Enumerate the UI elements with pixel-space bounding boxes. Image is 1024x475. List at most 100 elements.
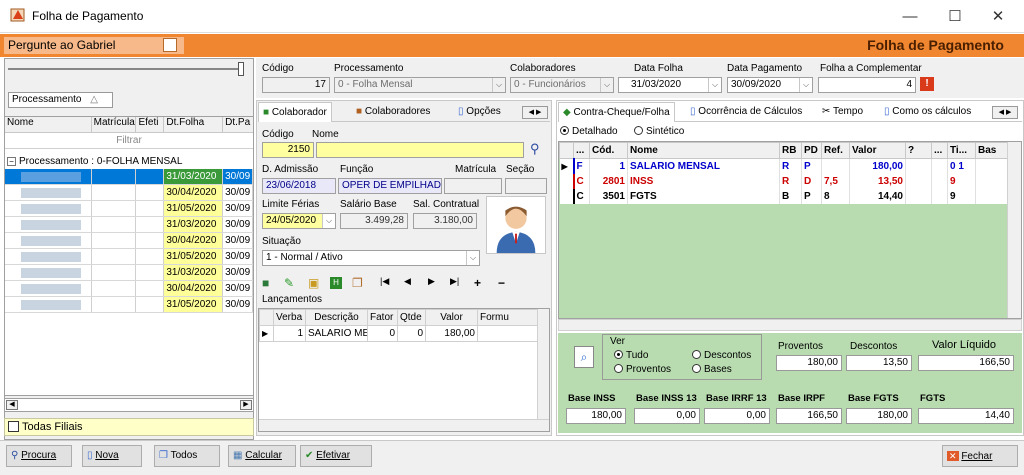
- col-nome[interactable]: Nome: [627, 142, 780, 159]
- table-row[interactable]: ▶ F 1 SALARIO MENSAL R P 180,00 0 1: [559, 158, 1010, 174]
- table-row[interactable]: 31/05/2020 30/09: [5, 201, 253, 217]
- tudo-radio[interactable]: Tudo: [614, 350, 648, 361]
- salario-base-field[interactable]: 3.499,28: [340, 213, 408, 229]
- todas-filiais-checkbox[interactable]: [8, 421, 19, 432]
- search-icon[interactable]: ⌕: [574, 346, 594, 368]
- add-record-icon[interactable]: ■: [262, 276, 269, 290]
- col-qtde[interactable]: Qtde: [397, 309, 426, 326]
- col-dtpag[interactable]: Dt.Pa: [223, 117, 253, 132]
- chevron-down-icon[interactable]: ⌵: [600, 78, 613, 92]
- filter-row[interactable]: Filtrar: [5, 133, 253, 149]
- col-ref[interactable]: Ref.: [821, 142, 850, 159]
- scroll-left-icon[interactable]: ◀: [6, 400, 18, 410]
- col-ti[interactable]: Ti...: [947, 142, 976, 159]
- chevron-down-icon[interactable]: ⌵: [322, 214, 335, 228]
- h-scrollbar[interactable]: [259, 419, 549, 431]
- tab-como-calculos[interactable]: ▯ Como os cálculos: [880, 102, 975, 122]
- matricula-field[interactable]: [444, 178, 502, 194]
- col-cod[interactable]: Cód.: [589, 142, 628, 159]
- procura-button[interactable]: ⚲ Procura: [6, 445, 72, 467]
- group-row[interactable]: − Processamento : 0-FOLHA MENSAL: [5, 155, 253, 169]
- col-valor[interactable]: Valor: [425, 309, 478, 326]
- todos-button[interactable]: ❐ Todos: [154, 445, 220, 467]
- v-scrollbar[interactable]: [537, 309, 549, 431]
- table-row[interactable]: C 2801 INSS R D 7,5 13,50 9: [559, 173, 1010, 189]
- table-row[interactable]: C 3501 FGTS B P 8 14,40 9: [559, 188, 1010, 204]
- col-bas[interactable]: Bas: [975, 142, 1010, 159]
- alert-icon[interactable]: !: [920, 77, 934, 91]
- sal-contratual-field[interactable]: 3.180,00: [413, 213, 477, 229]
- col-valor[interactable]: Valor: [849, 142, 906, 159]
- table-row[interactable]: 30/04/2020 30/09: [5, 281, 253, 297]
- tab-ocorrencia[interactable]: ▯ Ocorrência de Cálculos: [686, 102, 806, 122]
- maximize-button[interactable]: ☐: [935, 4, 975, 30]
- secao-field[interactable]: [505, 178, 547, 194]
- col-descricao[interactable]: Descrição: [305, 309, 368, 326]
- data-pagamento-field[interactable]: 30/09/2020 ⌵: [727, 77, 813, 93]
- codigo-field[interactable]: 17: [262, 77, 330, 93]
- chevron-down-icon[interactable]: ⌵: [492, 78, 505, 92]
- limite-ferias-field[interactable]: 24/05/2020 ⌵: [262, 213, 336, 229]
- bases-radio[interactable]: Bases: [692, 364, 732, 375]
- table-row[interactable]: 30/04/2020 30/09: [5, 233, 253, 249]
- clipboard-icon[interactable]: ▣: [308, 276, 319, 290]
- col-dtfolha[interactable]: Dt.Folha: [164, 117, 224, 132]
- tab-contra-cheque[interactable]: ◆ Contra-Cheque/Folha: [558, 102, 675, 122]
- calcular-button[interactable]: ▦ Calcular: [228, 445, 296, 467]
- minimize-button[interactable]: —: [890, 4, 930, 30]
- h-scrollbar[interactable]: ◀ ▶: [4, 398, 254, 412]
- situacao-select[interactable]: 1 - Normal / Ativo ⌵: [262, 250, 480, 266]
- col-nome[interactable]: Nome: [5, 117, 92, 132]
- efetivar-button[interactable]: ✔ Efetivar: [300, 445, 372, 467]
- col-question[interactable]: ?: [905, 142, 932, 159]
- colab-codigo-field[interactable]: 2150: [262, 142, 314, 158]
- chevron-down-icon[interactable]: ⌵: [799, 78, 812, 92]
- h-scrollbar[interactable]: [558, 319, 1022, 331]
- avatar[interactable]: [486, 196, 546, 254]
- col-matricula[interactable]: Matrícula: [92, 117, 137, 132]
- slider-handle[interactable]: [238, 62, 244, 76]
- tab-opcoes[interactable]: ▯ Opções: [454, 102, 505, 122]
- close-button[interactable]: ✕: [978, 4, 1018, 30]
- minus-icon[interactable]: −: [498, 276, 505, 290]
- data-folha-field[interactable]: 31/03/2020 ⌵: [618, 77, 722, 93]
- colaboradores-select[interactable]: 0 - Funcionários ⌵: [510, 77, 614, 93]
- colab-nome-field[interactable]: [316, 142, 524, 158]
- col-formula[interactable]: Formu: [477, 309, 540, 326]
- proventos-radio[interactable]: Proventos: [614, 364, 671, 375]
- tab-colaboradores[interactable]: ■ Colaboradores: [352, 102, 434, 122]
- nova-button[interactable]: ▯ Nova: [82, 445, 142, 467]
- detalhado-radio[interactable]: Detalhado: [560, 126, 618, 137]
- tab-tempo[interactable]: ✂ Tempo: [818, 102, 867, 122]
- group-by-chip[interactable]: Processamento △: [8, 92, 113, 108]
- next-record-icon[interactable]: ▶: [428, 276, 435, 287]
- last-record-icon[interactable]: ▶|: [450, 276, 459, 287]
- col-verba[interactable]: Verba: [273, 309, 306, 326]
- folha-complementar-field[interactable]: 4: [818, 77, 916, 93]
- tab-scroll-arrows[interactable]: ◀ ▶: [992, 106, 1018, 119]
- v-scrollbar[interactable]: [1007, 142, 1021, 318]
- col-fator[interactable]: Fator: [367, 309, 398, 326]
- chevron-down-icon[interactable]: ⌵: [708, 78, 721, 92]
- assistant-icon[interactable]: [163, 38, 177, 52]
- sintetico-radio[interactable]: Sintético: [634, 126, 684, 137]
- descontos-radio[interactable]: Descontos: [692, 350, 751, 361]
- binoculars-icon[interactable]: ⚲: [530, 141, 540, 157]
- col-efeti[interactable]: Efeti: [136, 117, 165, 132]
- tab-colaborador[interactable]: ■ Colaborador: [258, 102, 332, 122]
- copy-icon[interactable]: ❐: [352, 276, 363, 290]
- fechar-button[interactable]: ✕ Fechar: [942, 445, 1018, 467]
- col-pd[interactable]: PD: [801, 142, 822, 159]
- table-row[interactable]: 30/04/2020 30/09: [5, 185, 253, 201]
- table-row[interactable]: 31/03/2020 30/09: [5, 265, 253, 281]
- admissao-field[interactable]: 23/06/2018: [262, 178, 336, 194]
- tab-scroll-arrows[interactable]: ◀ ▶: [522, 106, 548, 119]
- table-row[interactable]: 31/05/2020 30/09: [5, 297, 253, 313]
- table-row[interactable]: 31/05/2020 30/09: [5, 249, 253, 265]
- h-icon[interactable]: H: [330, 277, 342, 289]
- table-row[interactable]: ▶ 1 SALARIO MENS 0 0 180,00: [259, 325, 540, 342]
- collapse-icon[interactable]: −: [7, 156, 16, 166]
- table-row[interactable]: 31/03/2020 30/09: [5, 217, 253, 233]
- funcao-field[interactable]: OPER DE EMPILHAD: [338, 178, 442, 194]
- col-dots2[interactable]: ...: [931, 142, 948, 159]
